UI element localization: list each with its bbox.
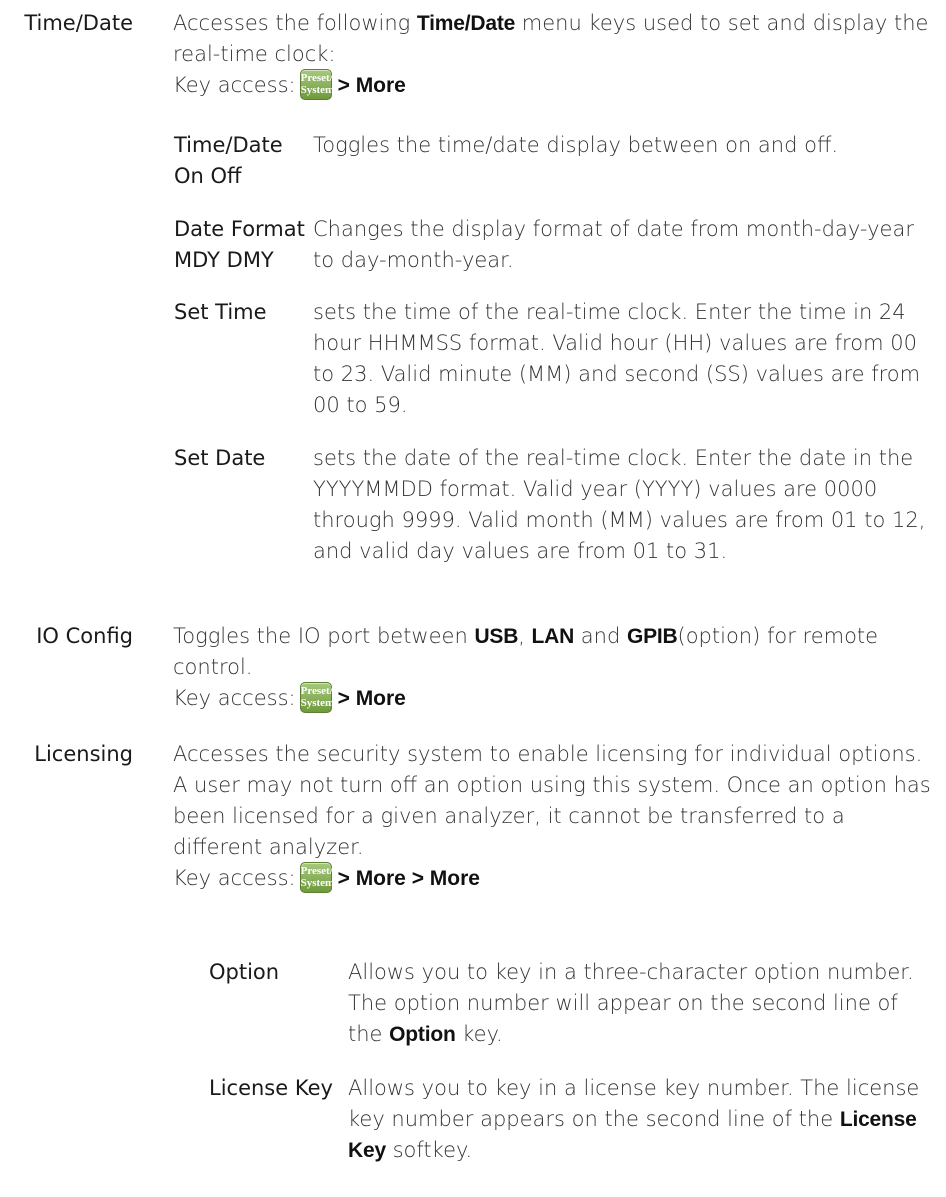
subterm-set-date: Set Date — [174, 446, 266, 470]
desc-time-date: Accesses the following Time/Date menu ke… — [173, 8, 935, 102]
lan-bold: LAN — [531, 625, 575, 648]
menu-name-bold: Time/Date — [416, 12, 516, 35]
subterm-time-date-on-off: Time/Date On Off — [174, 133, 283, 188]
subdesc-set-time: sets the time of the real-time clock. En… — [313, 300, 921, 417]
key-access-label: Key access: — [173, 73, 296, 97]
key-access-line: Key access: Preset/System > More > More — [173, 861, 935, 895]
desc-io-config: Toggles the IO port between USB, LAN and… — [173, 621, 935, 715]
key-path: > More — [337, 74, 406, 97]
option-key-bold: Option — [389, 1023, 456, 1046]
subdesc-time-date-on-off: Toggles the time/date display between on… — [313, 133, 839, 157]
subterm-set-time: Set Time — [174, 300, 267, 324]
subdesc-set-date: sets the date of the real-time clock. En… — [313, 446, 926, 563]
manual-page: Time/Date Accesses the following Time/Da… — [0, 0, 946, 1197]
term-time-date: Time/Date — [24, 11, 133, 35]
term-io-config: IO Config — [36, 624, 133, 648]
key-access-line: Key access: Preset/System > More — [173, 681, 935, 715]
term-licensing: Licensing — [34, 742, 133, 766]
preset-system-key-icon: Preset/System — [299, 681, 334, 713]
subterm-license-key: License Key — [209, 1076, 333, 1100]
desc-licensing: Accesses the security system to enable l… — [173, 739, 935, 895]
key-access-line: Key access: Preset/System > More — [173, 68, 935, 102]
subterm-option: Option — [209, 960, 280, 984]
subdesc-option: Allows you to key in a three-character o… — [348, 960, 914, 1046]
desc-text: Accesses the following — [173, 11, 417, 35]
preset-system-key-icon: Preset/System — [299, 68, 334, 100]
preset-system-key-icon: Preset/System — [299, 861, 334, 893]
subdesc-license-key: Allows you to key in a license key numbe… — [348, 1076, 920, 1162]
subterm-date-format: Date Format MDY DMY — [174, 217, 305, 272]
key-path: > More — [337, 687, 406, 710]
gpib-bold: GPIB — [626, 625, 678, 648]
key-path: > More > More — [337, 867, 480, 890]
subdesc-date-format: Changes the display format of date from … — [313, 217, 914, 272]
usb-bold: USB — [474, 625, 519, 648]
